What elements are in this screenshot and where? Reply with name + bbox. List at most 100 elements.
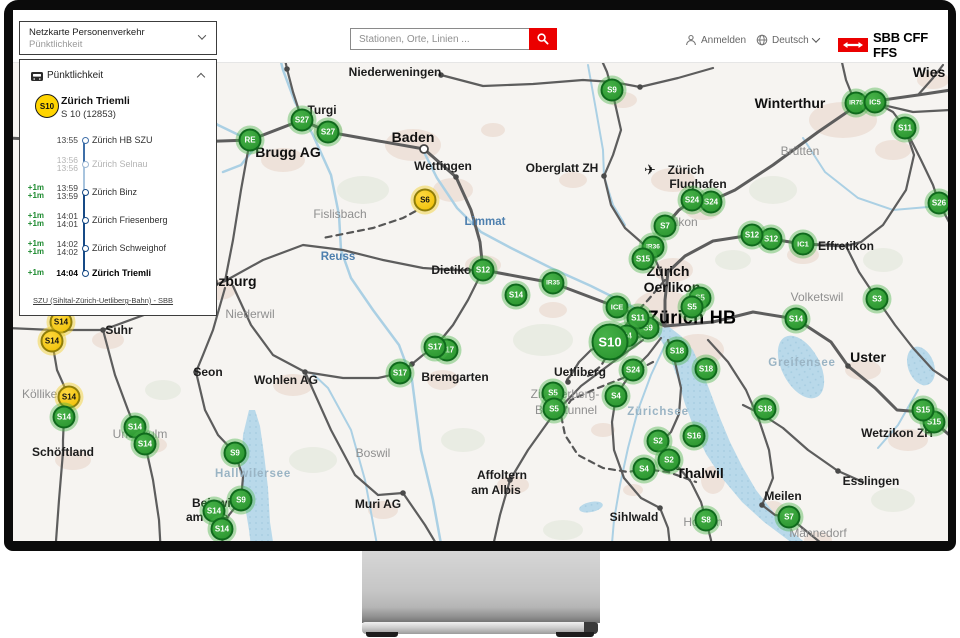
map-label: Reuss [321, 251, 356, 263]
train-badge-s24[interactable]: S24 [681, 189, 704, 212]
map-label: Affoltern [477, 468, 527, 482]
train-badge-ic5[interactable]: IC5 [864, 91, 887, 114]
sbb-logo[interactable]: SBB CFF FFS [838, 30, 948, 60]
map-label: Baden [392, 129, 435, 145]
map-label: Winterthur [755, 95, 826, 111]
train-badge-s6[interactable]: S6 [414, 189, 437, 212]
search-bar [350, 28, 557, 50]
train-badge-s4[interactable]: S4 [633, 458, 656, 481]
train-badge-s18[interactable]: S18 [666, 340, 689, 363]
stop-time: 13:5613:56 [47, 156, 78, 173]
stop-delay: +1m [22, 269, 44, 278]
search-button[interactable] [529, 28, 557, 50]
monitor-foot [556, 632, 594, 637]
sbb-logo-text: SBB CFF FFS [873, 30, 948, 60]
train-badge-s24[interactable]: S24 [622, 359, 645, 382]
train-badge-ice[interactable]: ICE [606, 296, 629, 319]
train-badge-ir35[interactable]: IR35 [542, 272, 565, 295]
map-label: Volketswil [791, 290, 844, 304]
train-badge-s7[interactable]: S7 [654, 215, 677, 238]
train-badge-s14[interactable]: S14 [134, 433, 157, 456]
layer-dropdown[interactable]: Netzkarte Personenverkehr Pünktlichkeit [19, 21, 217, 55]
train-badge-s14[interactable]: S14 [505, 284, 528, 307]
train-badge-s18[interactable]: S18 [754, 398, 777, 421]
train-badge-s27[interactable]: S27 [317, 121, 340, 144]
chevron-down-icon [198, 31, 206, 39]
monitor-bezel: NiederweningenTurgiBrugg AGBadenWettinge… [4, 0, 956, 551]
train-badge-s26[interactable]: S26 [928, 192, 949, 215]
train-badge-s14[interactable]: S14 [785, 308, 808, 331]
train-badge-s12[interactable]: S12 [472, 259, 495, 282]
train-badge-s8[interactable]: S8 [695, 509, 718, 532]
train-badge-s14[interactable]: S14 [211, 518, 234, 541]
stop-name: Zürich Triemli [92, 268, 151, 278]
punctuality-panel: Pünktlichkeit S10 Zürich Triemli S 10 (1… [19, 59, 217, 316]
map-label: Wies [913, 64, 946, 80]
train-badge-s4[interactable]: S4 [605, 385, 628, 408]
map-label: Boswil [356, 446, 391, 460]
map-label: Wetzikon ZH [861, 426, 933, 440]
timeline-segment [83, 164, 85, 192]
train-badge-re[interactable]: RE [239, 129, 262, 152]
train-badge-s9[interactable]: S9 [601, 79, 624, 102]
train-badge-s14[interactable]: S14 [53, 406, 76, 429]
station-dot-baden [420, 145, 428, 153]
stop-name: Zürich Schweighof [92, 243, 166, 253]
train-badge-s17[interactable]: S17 [424, 336, 447, 359]
train-badge-s10[interactable]: S10 [592, 324, 629, 361]
map-label: Flughafen [669, 177, 726, 191]
map-label: Wettingen [414, 159, 472, 173]
train-badge-s5[interactable]: S5 [681, 296, 704, 319]
stop-node [82, 217, 89, 224]
train-badge-ic1[interactable]: IC1 [792, 233, 815, 256]
map-label: Männedorf [789, 526, 846, 540]
train-badge-s3[interactable]: S3 [866, 288, 889, 311]
map-label: Wohlen AG [254, 373, 318, 387]
train-badge-s9[interactable]: S9 [224, 442, 247, 465]
train-badge-s14[interactable]: S14 [41, 330, 64, 353]
train-badge-s27[interactable]: S27 [291, 109, 314, 132]
train-badge-s18[interactable]: S18 [695, 358, 718, 381]
train-badge-s2[interactable]: S2 [658, 449, 681, 472]
map-label: Brütten [781, 144, 820, 158]
train-badge-s5[interactable]: S5 [543, 398, 566, 421]
map-label: Oberglatt ZH [526, 161, 599, 175]
search-icon [536, 32, 550, 46]
chevron-down-icon [811, 34, 819, 42]
map-label: Zürichsee [627, 406, 689, 418]
train-badge-s15[interactable]: S15 [912, 399, 935, 422]
timeline-segment [83, 192, 85, 273]
stop-time: 13:55 [47, 136, 78, 145]
map-label: Effretikon [818, 239, 874, 253]
stop-delay: +1m+1m [22, 184, 44, 201]
map-label: Suhr [105, 323, 132, 337]
map-label: Sihlwald [610, 510, 659, 524]
stop-time: 13:5913:59 [47, 184, 78, 201]
stop-name: Zürich Selnau [92, 159, 148, 169]
train-badge-s15[interactable]: S15 [632, 248, 655, 271]
desktop-mockup: NiederweningenTurgiBrugg AGBadenWettinge… [0, 0, 960, 638]
lake-tuerlersee [578, 500, 604, 515]
train-badge-s12[interactable]: S12 [741, 224, 764, 247]
map-label: Bremgarten [421, 370, 488, 384]
language-selector[interactable]: Deutsch [756, 34, 819, 46]
sbb-flag-icon [838, 38, 868, 52]
search-input[interactable] [350, 28, 529, 50]
login-label: Anmelden [701, 35, 746, 46]
monitor-foot [366, 632, 398, 637]
train-badge-s16[interactable]: S16 [683, 425, 706, 448]
map-label: Meilen [764, 489, 801, 503]
train-badge-s11[interactable]: S11 [894, 117, 917, 140]
operator-link[interactable]: SZU (Sihltal-Zürich-Uetliberg-Bahn) - SB… [33, 296, 173, 305]
user-icon [685, 34, 697, 46]
lake-pfaeffikersee [902, 343, 940, 389]
train-badge-s17[interactable]: S17 [389, 362, 412, 385]
train-badge-s7[interactable]: S7 [778, 506, 801, 529]
stop-delay: +1m+1m [22, 240, 44, 257]
map-label: Hallwilersee [215, 468, 291, 480]
stop-time: 14:0114:01 [47, 212, 78, 229]
map-label: Muri AG [355, 497, 401, 511]
login-button[interactable]: Anmelden [685, 34, 746, 46]
train-badge-s9[interactable]: S9 [230, 489, 253, 512]
map-label: Schöftland [32, 445, 94, 459]
